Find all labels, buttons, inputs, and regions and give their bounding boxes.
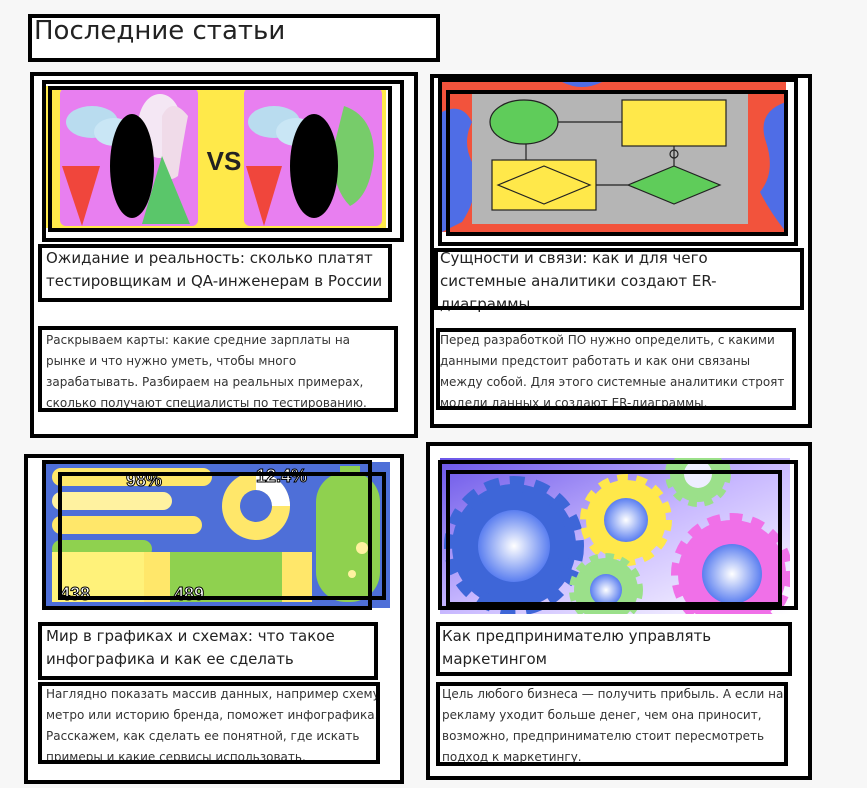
stat-label: 98% [126,470,162,490]
vs-label: VS [207,146,242,176]
page-title: Последние статьи [34,16,286,46]
article-image-infographics[interactable]: 98% 12.4% 438 489 [46,462,390,608]
article-title[interactable]: Мир в графиках и схемах: что такое инфог… [46,625,346,671]
article-title[interactable]: Сущности и связи: как и для чего системн… [440,247,770,316]
stat-label: 489 [174,584,204,604]
article-image-salaries[interactable]: VS [44,86,386,228]
article-description: Наглядно показать массив данных, наприме… [46,687,380,764]
article-image-er-diagram[interactable] [442,82,786,232]
article-image-marketing[interactable] [440,458,790,614]
article-description: Перед разработкой ПО нужно определить, с… [440,333,785,410]
article-description: Раскрываем карты: какие средние зарплаты… [46,333,367,410]
article-title[interactable]: Как предпринимателю управлять маркетинго… [442,625,772,671]
stat-label: 12.4% [256,466,307,486]
article-title[interactable]: Ожидание и реальность: сколько платят те… [46,247,390,293]
stat-label: 438 [60,584,90,604]
article-description: Цель любого бизнеса — получить прибыль. … [442,687,784,764]
